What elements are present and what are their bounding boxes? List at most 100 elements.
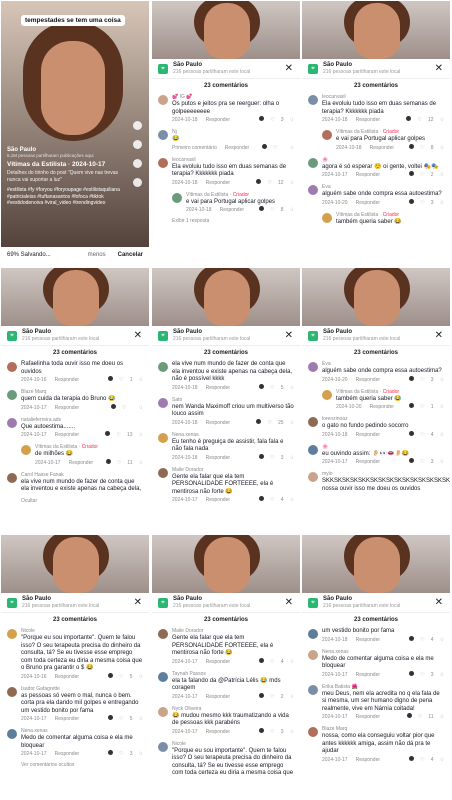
avatar[interactable]: [158, 741, 168, 752]
comment-username[interactable]: leocarvasil: [172, 157, 294, 164]
dislike-icon[interactable]: ♢: [290, 728, 294, 736]
close-icon[interactable]: ✕: [285, 597, 293, 608]
heart-icon[interactable]: ♡: [267, 419, 271, 427]
dislike-icon[interactable]: ♢: [440, 171, 444, 179]
comment-username[interactable]: Isador Gafagrette: [21, 686, 143, 693]
video-thumbnail[interactable]: [1, 535, 149, 593]
heart-icon[interactable]: ♡: [420, 171, 424, 179]
avatar[interactable]: [7, 362, 17, 372]
comment-username[interactable]: Vítimas da Estilista · Criador: [35, 444, 143, 451]
reply-button[interactable]: Responder: [220, 206, 244, 214]
close-icon[interactable]: ✕: [285, 330, 293, 341]
location-header[interactable]: ⌖ São Paulo 216 pessoas partilharam este l…: [1, 593, 149, 613]
location-name[interactable]: São Paulo: [173, 596, 250, 603]
heart-icon[interactable]: ♡: [418, 713, 422, 721]
dislike-icon[interactable]: ♢: [290, 206, 294, 214]
avatar[interactable]: [158, 432, 168, 443]
reply-button[interactable]: Responder: [206, 693, 230, 701]
heart-icon[interactable]: ♡: [270, 384, 274, 392]
dislike-icon[interactable]: ♢: [290, 419, 294, 427]
heart-icon[interactable]: ♡: [116, 431, 120, 439]
avatar[interactable]: [7, 729, 17, 739]
avatar[interactable]: [308, 95, 318, 105]
dislike-icon[interactable]: ♢: [290, 384, 294, 392]
comment-username[interactable]: Taynah Passos: [172, 671, 294, 678]
heart-icon[interactable]: ♡: [122, 404, 126, 412]
reply-button[interactable]: Responder: [55, 673, 79, 681]
video-thumbnail[interactable]: [302, 535, 450, 593]
comment-username[interactable]: Vítimas da Estilista · Criador: [336, 129, 444, 136]
video-hashtags[interactable]: #estilista #fy #foryou #foryoupage #esti…: [7, 187, 129, 207]
reply-button[interactable]: Responder: [356, 171, 380, 179]
comment-username[interactable]: 💕 IG 💕: [172, 94, 294, 101]
heart-icon[interactable]: ♡: [420, 403, 424, 411]
comment-username[interactable]: Nena.xenas: [322, 649, 444, 656]
heart-icon[interactable]: ♡: [117, 459, 121, 467]
location-name[interactable]: São Paulo: [173, 329, 250, 336]
reply-button[interactable]: Responder: [356, 756, 380, 764]
dislike-icon[interactable]: ♢: [290, 454, 294, 462]
video-author[interactable]: Vítimas da Estilista · 2024-10-17: [7, 161, 129, 168]
view-replies-link[interactable]: Ver comentários ocultos: [1, 761, 149, 770]
heart-icon[interactable]: ♡: [270, 728, 274, 736]
heart-icon[interactable]: ♡: [420, 636, 424, 644]
reply-button[interactable]: Responder: [206, 454, 230, 462]
heart-icon[interactable]: ♡: [420, 144, 424, 152]
heart-icon[interactable]: ♡: [270, 693, 274, 701]
dislike-icon[interactable]: ♢: [139, 459, 143, 467]
comment-username[interactable]: Erika Batista 🌺: [322, 684, 444, 691]
dislike-icon[interactable]: ♢: [440, 458, 444, 466]
video-thumbnail[interactable]: [1, 268, 149, 326]
comment-username[interactable]: Blaze Marq: [322, 726, 444, 733]
avatar[interactable]: [158, 95, 168, 105]
reply-button[interactable]: Responder: [55, 404, 79, 412]
dislike-icon[interactable]: ♢: [440, 636, 444, 644]
comment-username[interactable]: Nicole: [172, 741, 294, 748]
share-icon[interactable]: [133, 178, 142, 187]
heart-icon[interactable]: ♡: [420, 756, 424, 764]
comment-username[interactable]: Eva: [322, 184, 444, 191]
video-frame[interactable]: tempestades se tem uma coisa São Paulo 6…: [1, 1, 149, 263]
location-name[interactable]: São Paulo: [323, 62, 400, 69]
avatar[interactable]: [7, 686, 17, 697]
avatar[interactable]: [308, 629, 318, 639]
close-icon[interactable]: ✕: [435, 63, 443, 74]
reply-button[interactable]: Responder: [356, 671, 380, 679]
comment-username[interactable]: mylo: [322, 471, 444, 478]
reply-button[interactable]: Responder: [356, 458, 380, 466]
reply-button[interactable]: Responder: [356, 116, 380, 124]
avatar[interactable]: [158, 157, 168, 168]
location-header[interactable]: ⌖ São Paulo 216 pessoas partilharam este l…: [1, 326, 149, 346]
dislike-icon[interactable]: ♢: [139, 431, 143, 439]
comment-username[interactable]: natalieferreira.ads: [21, 417, 143, 424]
reply-button[interactable]: Responder: [206, 384, 230, 392]
avatar[interactable]: [158, 362, 168, 372]
reply-button[interactable]: Responder: [356, 431, 380, 439]
video-thumbnail[interactable]: [152, 535, 300, 593]
close-icon[interactable]: ✕: [285, 63, 293, 74]
comment-username[interactable]: Nena.xenas: [21, 728, 143, 735]
heart-icon[interactable]: ♡: [270, 454, 274, 462]
view-replies-link[interactable]: Ocultar: [1, 497, 149, 506]
comment-username[interactable]: lorenzinoaz: [322, 416, 444, 423]
avatar[interactable]: [7, 472, 17, 483]
location-header[interactable]: ⌖ São Paulo 216 pessoas partilharam este l…: [152, 593, 300, 613]
avatar[interactable]: [308, 185, 318, 195]
comment-username[interactable]: Carol Hasse Fanak: [21, 472, 143, 479]
reply-button[interactable]: Responder: [225, 144, 249, 152]
reply-button[interactable]: Responder: [356, 199, 380, 207]
reply-button[interactable]: Responder: [356, 376, 380, 384]
reply-button[interactable]: Responder: [206, 658, 230, 666]
heart-icon[interactable]: ♡: [273, 144, 277, 152]
dislike-icon[interactable]: ♢: [440, 144, 444, 152]
comment-username[interactable]: Blaze Marq: [21, 389, 143, 396]
comment-username[interactable]: Vítimas da Estilista · Criador: [186, 192, 294, 199]
heart-icon[interactable]: ♡: [119, 715, 123, 723]
close-icon[interactable]: ✕: [435, 597, 443, 608]
avatar[interactable]: [308, 472, 318, 482]
heart-icon[interactable]: ♡: [420, 671, 424, 679]
avatar[interactable]: [308, 727, 318, 737]
avatar[interactable]: [322, 389, 332, 400]
heart-icon[interactable]: ♡: [267, 179, 271, 187]
video-thumbnail[interactable]: [152, 1, 300, 59]
